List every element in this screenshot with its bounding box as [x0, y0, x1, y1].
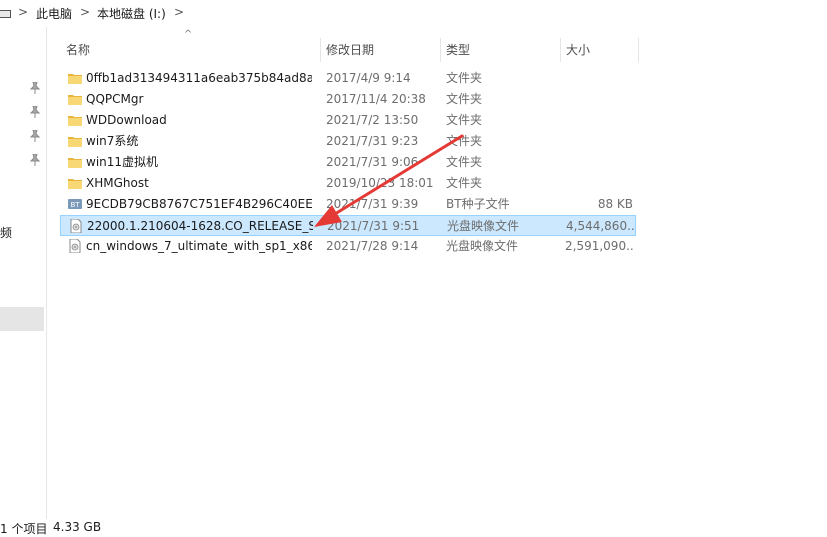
disc-image-icon [70, 219, 82, 233]
file-row[interactable]: win11虚拟机 2021/7/31 9:06 文件夹 [60, 152, 636, 173]
file-type: 文件夹 [446, 134, 483, 148]
status-selected-size: 4.33 GB [53, 520, 102, 534]
file-name: 22000.1.210604-1628.CO_RELEASE_S... [87, 219, 313, 233]
bt-file-icon: BT [68, 199, 82, 209]
nav-item-label[interactable]: 频 [0, 224, 12, 241]
breadcrumb-separator[interactable]: > [174, 5, 184, 19]
pin-icon[interactable] [30, 106, 40, 118]
file-modified-date: 2021/7/2 13:50 [326, 113, 419, 127]
file-type: 文件夹 [446, 92, 483, 106]
file-type: 文件夹 [446, 176, 483, 190]
file-name: WDDownload [86, 113, 167, 127]
file-name: QQPCMgr [86, 92, 144, 106]
breadcrumb-this-pc[interactable]: 此电脑 [36, 5, 72, 22]
pin-icon[interactable] [30, 130, 40, 142]
file-type: BT种子文件 [446, 197, 510, 211]
file-size: 88 KB [597, 197, 633, 211]
file-row[interactable]: WDDownload 2021/7/2 13:50 文件夹 [60, 110, 636, 131]
nav-item-selected[interactable] [0, 307, 44, 331]
folder-icon [68, 116, 82, 126]
pin-icon[interactable] [30, 82, 40, 94]
column-divider[interactable] [560, 38, 561, 62]
file-row[interactable]: BT 9ECDB79CB8767C751EF4B296C40EE... 2021/7… [60, 194, 636, 215]
file-modified-date: 2021/7/31 9:51 [327, 219, 420, 233]
breadcrumb-separator[interactable]: > [18, 5, 28, 19]
file-modified-date: 2021/7/31 9:39 [326, 197, 419, 211]
folder-icon [68, 95, 82, 105]
file-modified-date: 2021/7/28 9:14 [326, 239, 419, 253]
pin-icon[interactable] [30, 154, 40, 166]
column-header-type[interactable]: 类型 [446, 38, 470, 62]
column-header-size[interactable]: 大小 [566, 38, 590, 62]
file-row[interactable]: QQPCMgr 2017/11/4 20:38 文件夹 [60, 89, 636, 110]
drive-icon [0, 10, 11, 18]
file-type: 文件夹 [446, 155, 483, 169]
file-size: 4,544,860... [566, 219, 634, 233]
file-name: cn_windows_7_ultimate_with_sp1_x86_... [86, 239, 312, 253]
column-header-date[interactable]: 修改日期 [326, 38, 374, 62]
status-item-count: 1 个项目 [0, 522, 48, 536]
file-row[interactable]: 22000.1.210604-1628.CO_RELEASE_S... 2021/… [60, 215, 636, 236]
column-divider[interactable] [440, 38, 441, 62]
folder-icon [68, 74, 82, 84]
file-modified-date: 2021/7/31 9:23 [326, 134, 419, 148]
bt-file-icon-text: BT [70, 201, 80, 209]
folder-icon [68, 179, 82, 189]
file-name: XHMGhost [86, 176, 149, 190]
file-name: win7系统 [86, 134, 139, 148]
disc-image-icon [69, 239, 81, 253]
file-row[interactable]: cn_windows_7_ultimate_with_sp1_x86_... 20… [60, 236, 636, 257]
file-type: 文件夹 [446, 113, 483, 127]
folder-icon [68, 137, 82, 147]
file-row[interactable]: 0ffb1ad313494311a6eab375b84ad8ad 2017/4/9… [60, 68, 636, 89]
file-row[interactable]: win7系统 2021/7/31 9:23 文件夹 [60, 131, 636, 152]
folder-icon [68, 158, 82, 168]
file-modified-date: 2017/11/4 20:38 [326, 92, 426, 106]
address-breadcrumb: > 此电脑 > 本地磁盘 (I:) > [0, 0, 827, 27]
navigation-pane[interactable]: 频 [0, 27, 47, 519]
file-modified-date: 2017/4/9 9:14 [326, 71, 411, 85]
file-name: 9ECDB79CB8767C751EF4B296C40EE... [86, 197, 312, 211]
column-divider[interactable] [638, 38, 639, 62]
column-header-name[interactable]: 名称 [66, 38, 90, 62]
breadcrumb-local-disk[interactable]: 本地磁盘 (I:) [97, 5, 166, 22]
column-divider[interactable] [320, 38, 321, 62]
file-name: 0ffb1ad313494311a6eab375b84ad8ad [86, 71, 312, 85]
file-modified-date: 2021/7/31 9:06 [326, 155, 419, 169]
file-type: 光盘映像文件 [446, 239, 519, 253]
breadcrumb-separator[interactable]: > [80, 5, 90, 19]
file-size: 2,591,090... [565, 239, 633, 253]
file-type: 光盘映像文件 [447, 219, 520, 233]
file-name: win11虚拟机 [86, 155, 159, 169]
file-type: 文件夹 [446, 71, 483, 85]
file-row[interactable]: XHMGhost 2019/10/23 18:01 文件夹 [60, 173, 636, 194]
sort-ascending-icon: ^ [184, 29, 193, 40]
file-modified-date: 2019/10/23 18:01 [326, 176, 434, 190]
